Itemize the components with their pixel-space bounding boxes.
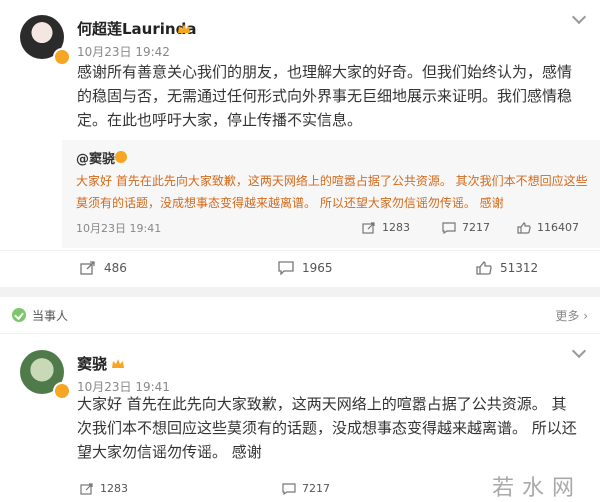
repost-button[interactable]: 1283 (80, 482, 128, 495)
section-label: 当事人 (32, 308, 69, 323)
repost-text: 大家好 首先在此先向大家致歉，这两天网络上的喧嚣占据了公共资源。 其次我们本不想… (76, 174, 588, 210)
share-icon (80, 261, 95, 275)
post-text: 感谢所有善意关心我们的朋友，也理解大家的好奇。但我们始终认为，感情的稳固与否，无… (77, 63, 573, 129)
crown-icon (178, 24, 190, 33)
repost-time: 10月23日 19:41 (76, 222, 162, 235)
comment-icon (278, 261, 294, 275)
verified-badge-icon (115, 151, 127, 163)
repost-button[interactable]: 486 (80, 261, 127, 275)
repost-box[interactable]: @窦骁 大家好 首先在此先向大家致歉，这两天网络上的喧嚣占据了公共资源。 其次我… (62, 140, 600, 248)
share-icon (80, 482, 93, 495)
likes-count: 51312 (500, 261, 539, 275)
thumbs-up-icon (476, 261, 492, 275)
verified-badge-icon (53, 48, 71, 66)
check-badge-icon (12, 308, 26, 322)
repost-reposts[interactable]: 1283 (362, 221, 410, 234)
repost-likes-count: 116407 (537, 221, 579, 234)
more-link[interactable]: 更多 › (555, 307, 588, 324)
section-header: 当事人 更多 › (0, 297, 600, 334)
comment-button[interactable]: 1965 (278, 261, 333, 275)
reposts-count: 1283 (100, 482, 128, 495)
repost-username[interactable]: @窦骁 (76, 148, 115, 167)
repost-comments[interactable]: 7217 (442, 221, 490, 234)
repost-comments-count: 7217 (462, 221, 490, 234)
comment-icon (442, 221, 456, 234)
thumbs-up-icon (517, 221, 531, 234)
repost-likes[interactable]: 116407 (517, 221, 579, 234)
divider (0, 287, 600, 297)
post-time: 10月23日 19:42 (77, 45, 170, 59)
comments-count: 7217 (302, 482, 330, 495)
repost-reposts-count: 1283 (382, 221, 410, 234)
share-icon (362, 221, 375, 234)
crown-icon (112, 359, 124, 368)
username[interactable]: 窦骁 (77, 353, 107, 374)
post-actions: 486 1965 51312 (0, 250, 600, 287)
post-text: 大家好 首先在此先向大家致歉，这两天网络上的喧嚣占据了公共资源。 其次我们本不想… (77, 395, 577, 461)
post-card-1: 何超莲Laurinda 10月23日 19:42 感谢所有善意关心我们的朋友，也… (0, 0, 600, 287)
chevron-down-icon[interactable] (571, 9, 587, 25)
verified-badge-icon (53, 382, 71, 400)
reposts-count: 486 (104, 261, 127, 275)
like-button[interactable]: 51312 (476, 261, 538, 275)
comments-count: 1965 (302, 261, 333, 275)
comment-icon (282, 482, 296, 495)
comment-button[interactable]: 7217 (282, 482, 330, 495)
watermark: 若水网 (491, 476, 582, 501)
